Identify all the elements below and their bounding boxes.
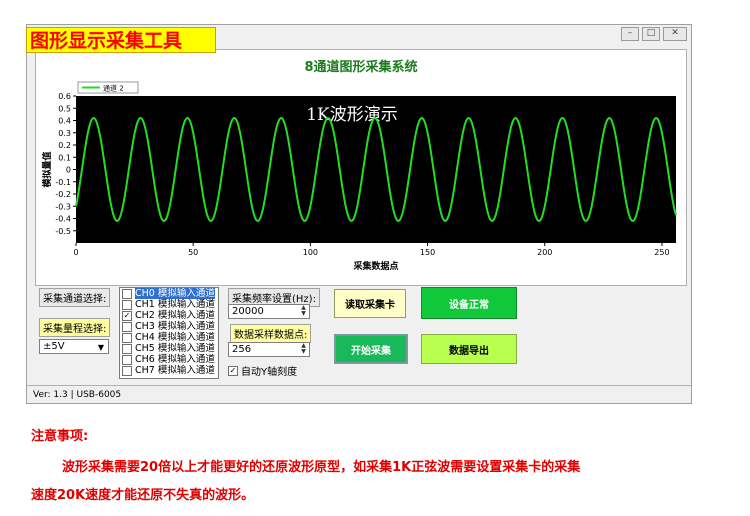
points-label: 数据采样数据点: bbox=[230, 324, 312, 343]
channel-item[interactable]: CH7 模拟输入通道 bbox=[120, 365, 218, 376]
channel-label: CH7 模拟输入通道 bbox=[135, 365, 215, 376]
y-tick-label: -0.3 bbox=[55, 202, 71, 211]
spinner-icon[interactable]: ▲ ▼ bbox=[299, 343, 308, 356]
points-input[interactable]: 256 ▲ ▼ bbox=[228, 342, 310, 357]
chart-panel: 8通道图形采集系统 1K波形演示 0.6 0.5 0.4 0.3 0.2 0.1 0 -0.1-… bbox=[35, 49, 687, 286]
points-value: 256 bbox=[232, 344, 252, 355]
x-tick-label: 250 bbox=[654, 248, 669, 257]
y-tick-label: 0.2 bbox=[58, 141, 71, 150]
maximize-button[interactable]: □ bbox=[642, 27, 660, 41]
chart-annotation: 1K波形演示 bbox=[306, 105, 398, 125]
channel-label: CH0 模拟输入通道 bbox=[135, 288, 215, 299]
channel-label: CH1 模拟输入通道 bbox=[135, 299, 215, 310]
spinner-icon[interactable]: ▲ ▼ bbox=[299, 305, 308, 318]
y-axis-label: 模拟量值 bbox=[41, 151, 53, 187]
channel-list[interactable]: CH0 模拟输入通道 CH1 模拟输入通道 ✓ CH2 模拟输入通道 CH3 模拟输入通… bbox=[119, 287, 219, 379]
channel-select-label: 采集通道选择: bbox=[39, 288, 111, 307]
channel-label: CH2 模拟输入通道 bbox=[135, 310, 215, 321]
channel-item[interactable]: ✓ CH2 模拟输入通道 bbox=[120, 310, 218, 321]
minimize-button[interactable]: – bbox=[621, 27, 639, 41]
banner: 图形显示采集工具 bbox=[26, 27, 216, 53]
channel-label: CH5 模拟输入通道 bbox=[135, 343, 215, 354]
channel-label: CH3 模拟输入通道 bbox=[135, 321, 215, 332]
legend-label: 通道 2 bbox=[103, 84, 124, 93]
y-tick-label: 0.3 bbox=[58, 129, 71, 138]
checkbox-icon[interactable]: ✓ bbox=[228, 365, 238, 376]
y-tick-label: 0.5 bbox=[58, 104, 71, 113]
auto-y-label: 自动Y轴刻度 bbox=[241, 367, 298, 378]
range-value: ±5V bbox=[43, 341, 65, 352]
notes-title: 注意事项: bbox=[31, 429, 89, 444]
checkbox-icon[interactable]: ✓ bbox=[122, 310, 132, 321]
channel-item[interactable]: CH6 模拟输入通道 bbox=[120, 354, 218, 365]
y-tick-label: -0.4 bbox=[55, 215, 71, 224]
checkbox-icon[interactable] bbox=[122, 288, 132, 299]
checkbox-icon[interactable] bbox=[122, 332, 132, 343]
channel-item[interactable]: CH0 模拟输入通道 bbox=[120, 288, 218, 299]
checkbox-icon[interactable] bbox=[122, 343, 132, 354]
channel-item[interactable]: CH5 模拟输入通道 bbox=[120, 343, 218, 354]
notes-line-1: 波形采集需要20倍以上才能更好的还原波形原型，如采集1K正弦波需要设置采集卡的采… bbox=[62, 460, 581, 475]
channel-item[interactable]: CH4 模拟输入通道 bbox=[120, 332, 218, 343]
channel-item[interactable]: CH1 模拟输入通道 bbox=[120, 299, 218, 310]
y-tick-label: 0.4 bbox=[58, 117, 71, 126]
channel-item[interactable]: CH3 模拟输入通道 bbox=[120, 321, 218, 332]
x-tick-label: 100 bbox=[303, 248, 318, 257]
status-bar: Ver: 1.3 | USB-6005 bbox=[27, 385, 691, 403]
x-tick-label: 0 bbox=[73, 248, 78, 257]
window-controls: – □ ✕ bbox=[621, 27, 687, 41]
x-tick-label: 200 bbox=[537, 248, 552, 257]
waveform-chart: 1K波形演示 0.6 0.5 0.4 0.3 0.2 0.1 0 -0.1 -0.2 -0.3 -0.… bbox=[41, 81, 677, 272]
range-dropdown[interactable]: ±5V ▼ bbox=[39, 339, 109, 354]
y-tick-label: 0.6 bbox=[58, 92, 71, 101]
channel-label: CH6 模拟输入通道 bbox=[135, 354, 215, 365]
channel-label: CH4 模拟输入通道 bbox=[135, 332, 215, 343]
freq-input[interactable]: 20000 ▲ ▼ bbox=[228, 304, 310, 319]
range-select-label: 采集量程选择: bbox=[39, 318, 111, 337]
checkbox-icon[interactable] bbox=[122, 354, 132, 365]
notes-line-2: 速度20K速度才能还原不失真的波形。 bbox=[31, 488, 255, 503]
auto-y-checkbox[interactable]: ✓ 自动Y轴刻度 bbox=[228, 363, 297, 378]
app-window: – □ ✕ 8通道图形采集系统 1K波形演示 0.6 0.5 0.4 0.3 0.2 0.1… bbox=[26, 24, 692, 404]
y-tick-label: 0.1 bbox=[58, 153, 71, 162]
freq-value: 20000 bbox=[232, 306, 264, 317]
export-button[interactable]: 数据导出 bbox=[421, 334, 517, 364]
x-tick-label: 150 bbox=[420, 248, 435, 257]
read-card-button[interactable]: 读取采集卡 bbox=[334, 289, 406, 318]
y-tick-label: -0.2 bbox=[55, 190, 71, 199]
checkbox-icon[interactable] bbox=[122, 299, 132, 310]
start-button[interactable]: 开始采集 bbox=[334, 334, 408, 364]
device-status-button[interactable]: 设备正常 bbox=[421, 287, 517, 319]
y-tick-label: -0.5 bbox=[55, 227, 71, 236]
x-axis-label: 采集数据点 bbox=[352, 260, 398, 272]
checkbox-icon[interactable] bbox=[122, 365, 132, 376]
chevron-down-icon: ▼ bbox=[97, 343, 104, 352]
y-tick-label: -0.1 bbox=[55, 178, 71, 187]
x-tick-label: 50 bbox=[188, 248, 198, 257]
close-button[interactable]: ✕ bbox=[663, 27, 687, 41]
checkbox-icon[interactable] bbox=[122, 321, 132, 332]
y-tick-label: 0 bbox=[66, 166, 71, 175]
